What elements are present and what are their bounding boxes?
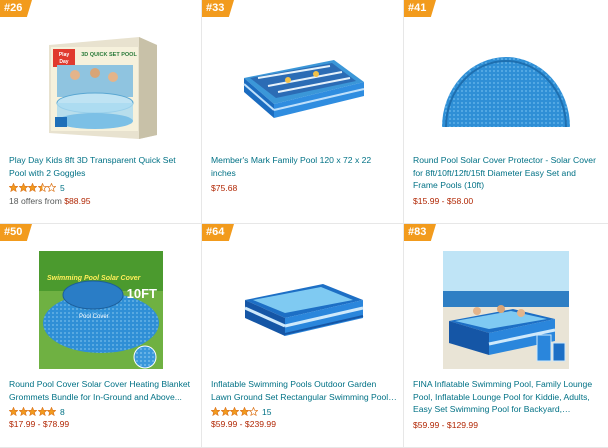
banner-text: Swimming Pool Solar Cover <box>47 275 141 282</box>
product-card[interactable]: #83 FINA Inflatable Swimming Pool, Famil… <box>404 224 608 448</box>
product-price: $59.99 - $129.99 <box>413 419 478 430</box>
cover-label: Pool Cover <box>79 314 109 320</box>
star-icon <box>28 407 37 416</box>
star-icon <box>230 407 239 416</box>
rating-count-link[interactable]: 5 <box>60 183 65 193</box>
product-card[interactable]: #41 Round Pool Solar Cover Protector - S… <box>404 0 608 224</box>
product-title-link[interactable]: FINA Inflatable Swimming Pool, Family Lo… <box>413 378 602 416</box>
rank-badge: #83 <box>404 224 436 241</box>
pool-box-image: Play Day 3D QUICK SET POOL <box>48 37 157 139</box>
star-icon <box>47 183 56 192</box>
product-card[interactable]: #50 Swimming Pool Solar Cover 10FT Pool … <box>0 224 202 448</box>
rating-count-link[interactable]: 15 <box>262 407 271 417</box>
inflatable-pool-image <box>243 284 363 336</box>
product-price: $59.99 - $239.99 <box>211 419 276 429</box>
product-card[interactable]: #64 Inflatable Swimming Pools Outdoor Ga… <box>202 224 404 448</box>
product-card[interactable]: #26 Play Day 3D QUICK SET POOL Play Day … <box>0 0 202 224</box>
solar-cover-image <box>442 57 570 128</box>
star-icon <box>28 183 37 192</box>
star-rating[interactable] <box>9 407 56 416</box>
star-icon <box>211 407 220 416</box>
star-icon <box>37 407 47 416</box>
product-image-link[interactable] <box>404 22 608 150</box>
star-icon <box>239 407 249 416</box>
star-rating[interactable] <box>9 183 56 192</box>
product-image-link[interactable] <box>202 246 403 374</box>
star-icon <box>18 183 28 192</box>
rating-count-link[interactable]: 8 <box>60 407 65 417</box>
product-price: $17.99 - $78.99 <box>9 419 70 429</box>
product-image-link[interactable] <box>202 22 403 150</box>
svg-text:Day: Day <box>59 59 68 65</box>
product-card[interactable]: #33 Member's Mark Family Pool 120 x 72 x… <box>202 0 404 224</box>
star-icon <box>9 407 18 416</box>
product-image-link[interactable]: Swimming Pool Solar Cover 10FT Pool Cove… <box>0 246 201 374</box>
product-title-link[interactable]: Round Pool Solar Cover Protector - Solar… <box>413 154 602 192</box>
size-text: 10FT <box>126 286 157 301</box>
product-price: $75.68 <box>211 183 238 193</box>
star-icon <box>249 407 258 416</box>
star-icon <box>47 407 56 416</box>
product-title-link[interactable]: Member's Mark Family Pool 120 x 72 x 22 … <box>211 154 397 179</box>
product-image-link[interactable] <box>404 246 608 374</box>
offers-price: $88.95 <box>64 196 91 206</box>
svg-text:3D QUICK SET POOL: 3D QUICK SET POOL <box>81 52 137 58</box>
rank-badge: #26 <box>0 0 32 17</box>
offers-link[interactable]: 18 offers from $88.95 <box>9 196 195 207</box>
star-icon <box>9 183 18 192</box>
star-icon <box>18 407 28 416</box>
product-image-link[interactable]: Play Day 3D QUICK SET POOL <box>0 22 201 150</box>
product-title-link[interactable]: Round Pool Cover Solar Cover Heating Bla… <box>9 378 195 403</box>
product-title-link[interactable]: Play Day Kids 8ft 3D Transparent Quick S… <box>9 154 195 179</box>
svg-text:Play: Play <box>58 52 69 58</box>
rectangular-pool-image <box>242 60 364 118</box>
product-price: $15.99 - $58.00 <box>413 195 474 206</box>
rank-badge: #64 <box>202 224 234 241</box>
star-icon <box>220 407 230 416</box>
offers-label: 18 offers from <box>9 196 65 206</box>
rank-badge: #50 <box>0 224 32 241</box>
rank-badge: #33 <box>202 0 234 17</box>
product-grid: #26 Play Day 3D QUICK SET POOL Play Day … <box>0 0 608 448</box>
rank-badge: #41 <box>404 0 436 17</box>
product-title-link[interactable]: Inflatable Swimming Pools Outdoor Garden… <box>211 378 397 403</box>
star-rating[interactable] <box>211 407 258 416</box>
star-icon <box>37 183 47 192</box>
family-lounge-pool-image <box>443 251 569 369</box>
